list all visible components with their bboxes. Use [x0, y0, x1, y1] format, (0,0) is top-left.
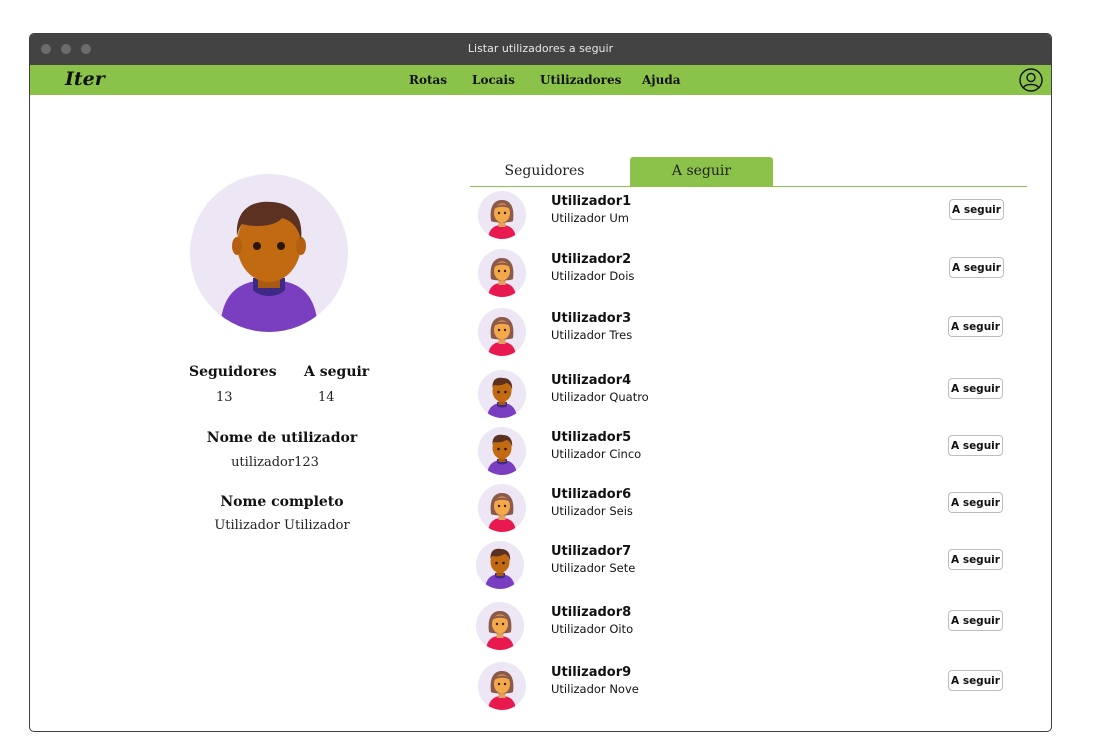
following-button[interactable]: A seguir: [948, 435, 1003, 456]
username-label: Nome de utilizador: [206, 430, 358, 446]
following-button[interactable]: A seguir: [948, 610, 1003, 631]
user-username[interactable]: Utilizador4: [551, 373, 631, 388]
user-avatar[interactable]: [476, 602, 524, 650]
following-stat-label: A seguir: [304, 364, 370, 380]
user-avatar[interactable]: [478, 191, 526, 239]
user-row[interactable]: Utilizador2 Utilizador Dois A seguir: [476, 249, 1006, 299]
user-username[interactable]: Utilizador7: [551, 544, 631, 559]
user-avatar[interactable]: [478, 427, 526, 475]
user-row[interactable]: Utilizador7 Utilizador Sete A seguir: [476, 541, 1006, 591]
followers-count[interactable]: 13: [216, 390, 233, 405]
user-username[interactable]: Utilizador8: [551, 605, 631, 620]
user-row[interactable]: Utilizador6 Utilizador Seis A seguir: [476, 484, 1006, 534]
user-username[interactable]: Utilizador3: [551, 311, 631, 326]
user-account-icon[interactable]: [1019, 68, 1043, 92]
following-button[interactable]: A seguir: [949, 199, 1004, 220]
user-fullname: Utilizador Dois: [551, 269, 635, 283]
user-row[interactable]: Utilizador3 Utilizador Tres A seguir: [476, 308, 1006, 358]
user-avatar[interactable]: [478, 662, 526, 710]
tab-a-seguir[interactable]: A seguir: [630, 157, 773, 186]
profile-avatar: [190, 174, 348, 332]
followers-stat-label: Seguidores: [189, 364, 277, 380]
following-button[interactable]: A seguir: [948, 316, 1003, 337]
user-username[interactable]: Utilizador5: [551, 430, 631, 445]
user-username[interactable]: Utilizador9: [551, 665, 631, 680]
user-row[interactable]: Utilizador4 Utilizador Quatro A seguir: [476, 370, 1006, 420]
user-username[interactable]: Utilizador6: [551, 487, 631, 502]
following-button[interactable]: A seguir: [948, 549, 1003, 570]
user-fullname: Utilizador Nove: [551, 682, 639, 696]
top-navbar: Iter Rotas Locais Utilizadores Ajuda: [30, 65, 1051, 95]
user-fullname: Utilizador Tres: [551, 328, 633, 342]
user-username[interactable]: Utilizador2: [551, 252, 631, 267]
user-row[interactable]: Utilizador8 Utilizador Oito A seguir: [476, 602, 1006, 652]
app-logo[interactable]: Iter: [65, 68, 105, 90]
user-avatar[interactable]: [478, 370, 526, 418]
user-row[interactable]: Utilizador1 Utilizador Um A seguir: [476, 191, 1006, 241]
window-titlebar: Listar utilizadores a seguir: [30, 34, 1051, 65]
user-fullname: Utilizador Seis: [551, 504, 633, 518]
user-row[interactable]: Utilizador9 Utilizador Nove A seguir: [476, 662, 1006, 712]
user-fullname: Utilizador Um: [551, 211, 629, 225]
following-button[interactable]: A seguir: [948, 670, 1003, 691]
tabs-divider: [470, 186, 1027, 187]
following-button[interactable]: A seguir: [949, 257, 1004, 278]
fullname-value: Utilizador Utilizador: [214, 518, 350, 533]
nav-link-locais[interactable]: Locais: [472, 73, 515, 87]
nav-link-rotas[interactable]: Rotas: [409, 73, 447, 87]
user-fullname: Utilizador Sete: [551, 561, 636, 575]
fullname-label: Nome completo: [220, 494, 344, 510]
nav-link-ajuda[interactable]: Ajuda: [642, 73, 681, 87]
following-button[interactable]: A seguir: [948, 378, 1003, 399]
user-row[interactable]: Utilizador5 Utilizador Cinco A seguir: [476, 427, 1006, 477]
user-username[interactable]: Utilizador1: [551, 194, 631, 209]
user-fullname: Utilizador Cinco: [551, 447, 642, 461]
user-avatar[interactable]: [478, 308, 526, 356]
following-count[interactable]: 14: [318, 390, 335, 405]
user-avatar[interactable]: [476, 541, 524, 589]
username-value: utilizador123: [231, 455, 319, 470]
user-fullname: Utilizador Quatro: [551, 390, 649, 404]
user-fullname: Utilizador Oito: [551, 622, 634, 636]
window-title: Listar utilizadores a seguir: [467, 42, 614, 55]
following-button[interactable]: A seguir: [948, 492, 1003, 513]
user-avatar[interactable]: [478, 484, 526, 532]
nav-link-utilizadores[interactable]: Utilizadores: [540, 73, 621, 87]
app-window: Listar utilizadores a seguir Iter Rotas …: [29, 33, 1052, 732]
user-avatar[interactable]: [478, 249, 526, 297]
tab-seguidores[interactable]: Seguidores: [473, 157, 616, 186]
